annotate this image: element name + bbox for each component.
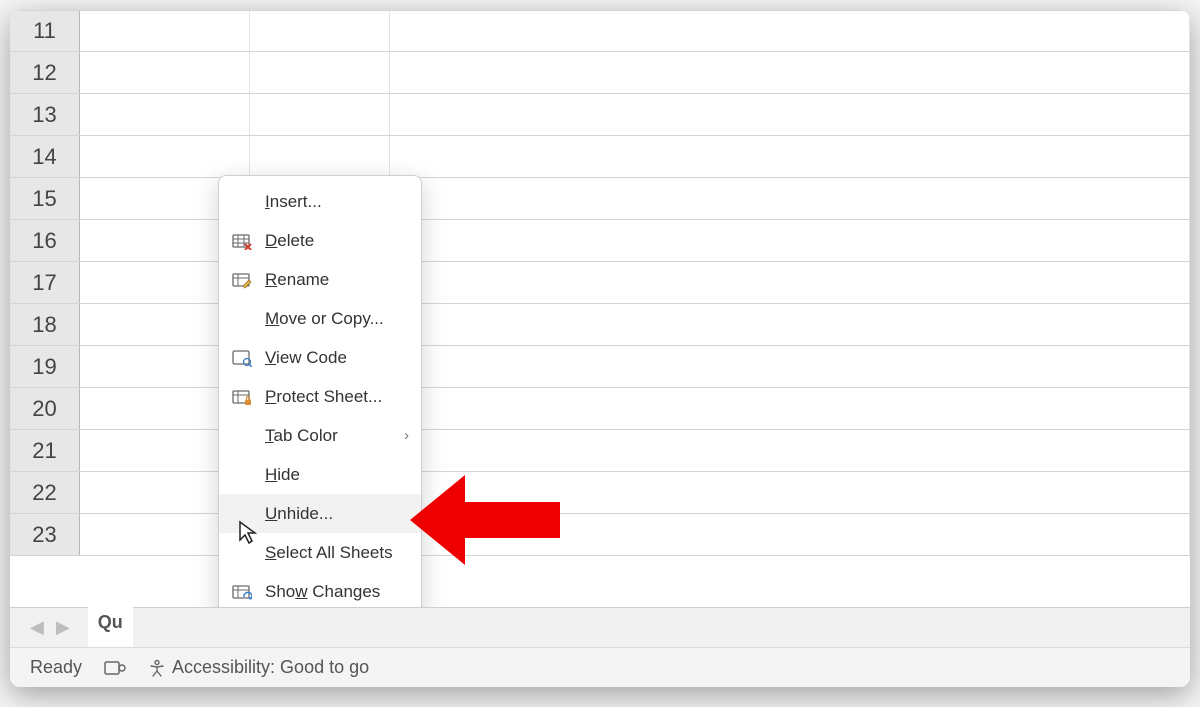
menu-item-hide[interactable]: Hide <box>219 455 421 494</box>
cell[interactable] <box>80 94 250 135</box>
show-changes-icon <box>229 581 255 603</box>
cell[interactable] <box>390 52 1190 93</box>
grid-row: 21 <box>10 430 1190 472</box>
macro-record-icon[interactable] <box>104 659 126 677</box>
menu-item-label: Protect Sheet... <box>265 387 382 407</box>
menu-item-move-or-copy[interactable]: Move or Copy... <box>219 299 421 338</box>
cell[interactable] <box>390 472 1190 513</box>
sheet-nav-prev-icon[interactable]: ◀ <box>30 617 44 638</box>
sheet-nav: ◀ ▶ <box>30 617 70 638</box>
menu-item-label: Delete <box>265 231 314 251</box>
grid-row: 18 <box>10 304 1190 346</box>
grid-row: 11 <box>10 10 1190 52</box>
menu-item-label: Tab Color <box>265 426 338 446</box>
accessibility-icon <box>148 659 166 677</box>
cell[interactable] <box>390 262 1190 303</box>
menu-item-protect-sheet[interactable]: Protect Sheet... <box>219 377 421 416</box>
menu-item-view-code[interactable]: View Code <box>219 338 421 377</box>
sheet-tab-active[interactable]: Qu <box>88 606 133 650</box>
cell[interactable] <box>250 11 390 51</box>
row-header[interactable]: 19 <box>10 346 80 387</box>
cell[interactable] <box>390 514 1190 555</box>
row-header[interactable]: 16 <box>10 220 80 261</box>
menu-item-show-changes[interactable]: Show Changes <box>219 572 421 607</box>
grid-row: 20 <box>10 388 1190 430</box>
cell[interactable] <box>250 52 390 93</box>
row-header[interactable]: 15 <box>10 178 80 219</box>
delete-icon <box>229 230 255 252</box>
row-header[interactable]: 22 <box>10 472 80 513</box>
menu-item-unhide[interactable]: Unhide... <box>219 494 421 533</box>
row-header[interactable]: 11 <box>10 11 80 51</box>
grid-row: 13 <box>10 94 1190 136</box>
grid-row: 22 <box>10 472 1190 514</box>
blank-icon <box>229 308 255 330</box>
accessibility-label: Accessibility: Good to go <box>172 657 369 678</box>
status-bar: Ready Accessibility: Good to go <box>10 647 1190 687</box>
menu-item-select-all-sheets[interactable]: Select All Sheets <box>219 533 421 572</box>
menu-item-tab-color[interactable]: Tab Color › <box>219 416 421 455</box>
view-code-icon <box>229 347 255 369</box>
blank-icon <box>229 464 255 486</box>
row-header[interactable]: 21 <box>10 430 80 471</box>
cell[interactable] <box>390 178 1190 219</box>
row-header[interactable]: 18 <box>10 304 80 345</box>
protect-icon <box>229 386 255 408</box>
menu-item-delete[interactable]: Delete <box>219 221 421 260</box>
grid-row: 12 <box>10 52 1190 94</box>
menu-item-label: Unhide... <box>265 504 333 524</box>
status-ready: Ready <box>30 657 82 678</box>
cell[interactable] <box>390 346 1190 387</box>
row-header[interactable]: 12 <box>10 52 80 93</box>
menu-item-label: Rename <box>265 270 329 290</box>
row-header[interactable]: 13 <box>10 94 80 135</box>
blank-icon <box>229 191 255 213</box>
sheet-tab-strip: ◀ ▶ Qu <box>10 607 1190 647</box>
menu-item-label: Show Changes <box>265 582 380 602</box>
menu-item-insert[interactable]: Insert... <box>219 182 421 221</box>
blank-icon <box>229 542 255 564</box>
blank-icon <box>229 425 255 447</box>
sheet-nav-next-icon[interactable]: ▶ <box>56 617 70 638</box>
spreadsheet-grid[interactable]: 11121314151617181920212223 Insert... Dele… <box>10 10 1190 607</box>
sheet-tab-context-menu: Insert... Delete Rename Move or Copy... View… <box>218 175 422 607</box>
cell[interactable] <box>80 136 250 177</box>
menu-item-label: Insert... <box>265 192 322 212</box>
cell[interactable] <box>390 136 1190 177</box>
menu-item-label: Hide <box>265 465 300 485</box>
rename-icon <box>229 269 255 291</box>
cell[interactable] <box>80 52 250 93</box>
cell[interactable] <box>390 304 1190 345</box>
grid-row: 19 <box>10 346 1190 388</box>
cell[interactable] <box>80 11 250 51</box>
grid-row: 15 <box>10 178 1190 220</box>
menu-item-rename[interactable]: Rename <box>219 260 421 299</box>
grid-row: 17 <box>10 262 1190 304</box>
cell[interactable] <box>390 11 1190 51</box>
grid-row: 23 <box>10 514 1190 556</box>
submenu-arrow-icon: › <box>404 427 409 444</box>
menu-item-label: View Code <box>265 348 347 368</box>
cell[interactable] <box>390 220 1190 261</box>
blank-icon <box>229 503 255 525</box>
excel-window: 11121314151617181920212223 Insert... Dele… <box>10 10 1190 687</box>
cell[interactable] <box>390 388 1190 429</box>
row-header[interactable]: 14 <box>10 136 80 177</box>
row-header[interactable]: 17 <box>10 262 80 303</box>
row-header[interactable]: 20 <box>10 388 80 429</box>
accessibility-status[interactable]: Accessibility: Good to go <box>148 657 369 678</box>
menu-item-label: Select All Sheets <box>265 543 393 563</box>
cell[interactable] <box>250 136 390 177</box>
grid-row: 16 <box>10 220 1190 262</box>
row-header[interactable]: 23 <box>10 514 80 555</box>
cell[interactable] <box>390 430 1190 471</box>
menu-item-label: Move or Copy... <box>265 309 384 329</box>
cell[interactable] <box>250 94 390 135</box>
grid-row: 14 <box>10 136 1190 178</box>
cell[interactable] <box>390 94 1190 135</box>
